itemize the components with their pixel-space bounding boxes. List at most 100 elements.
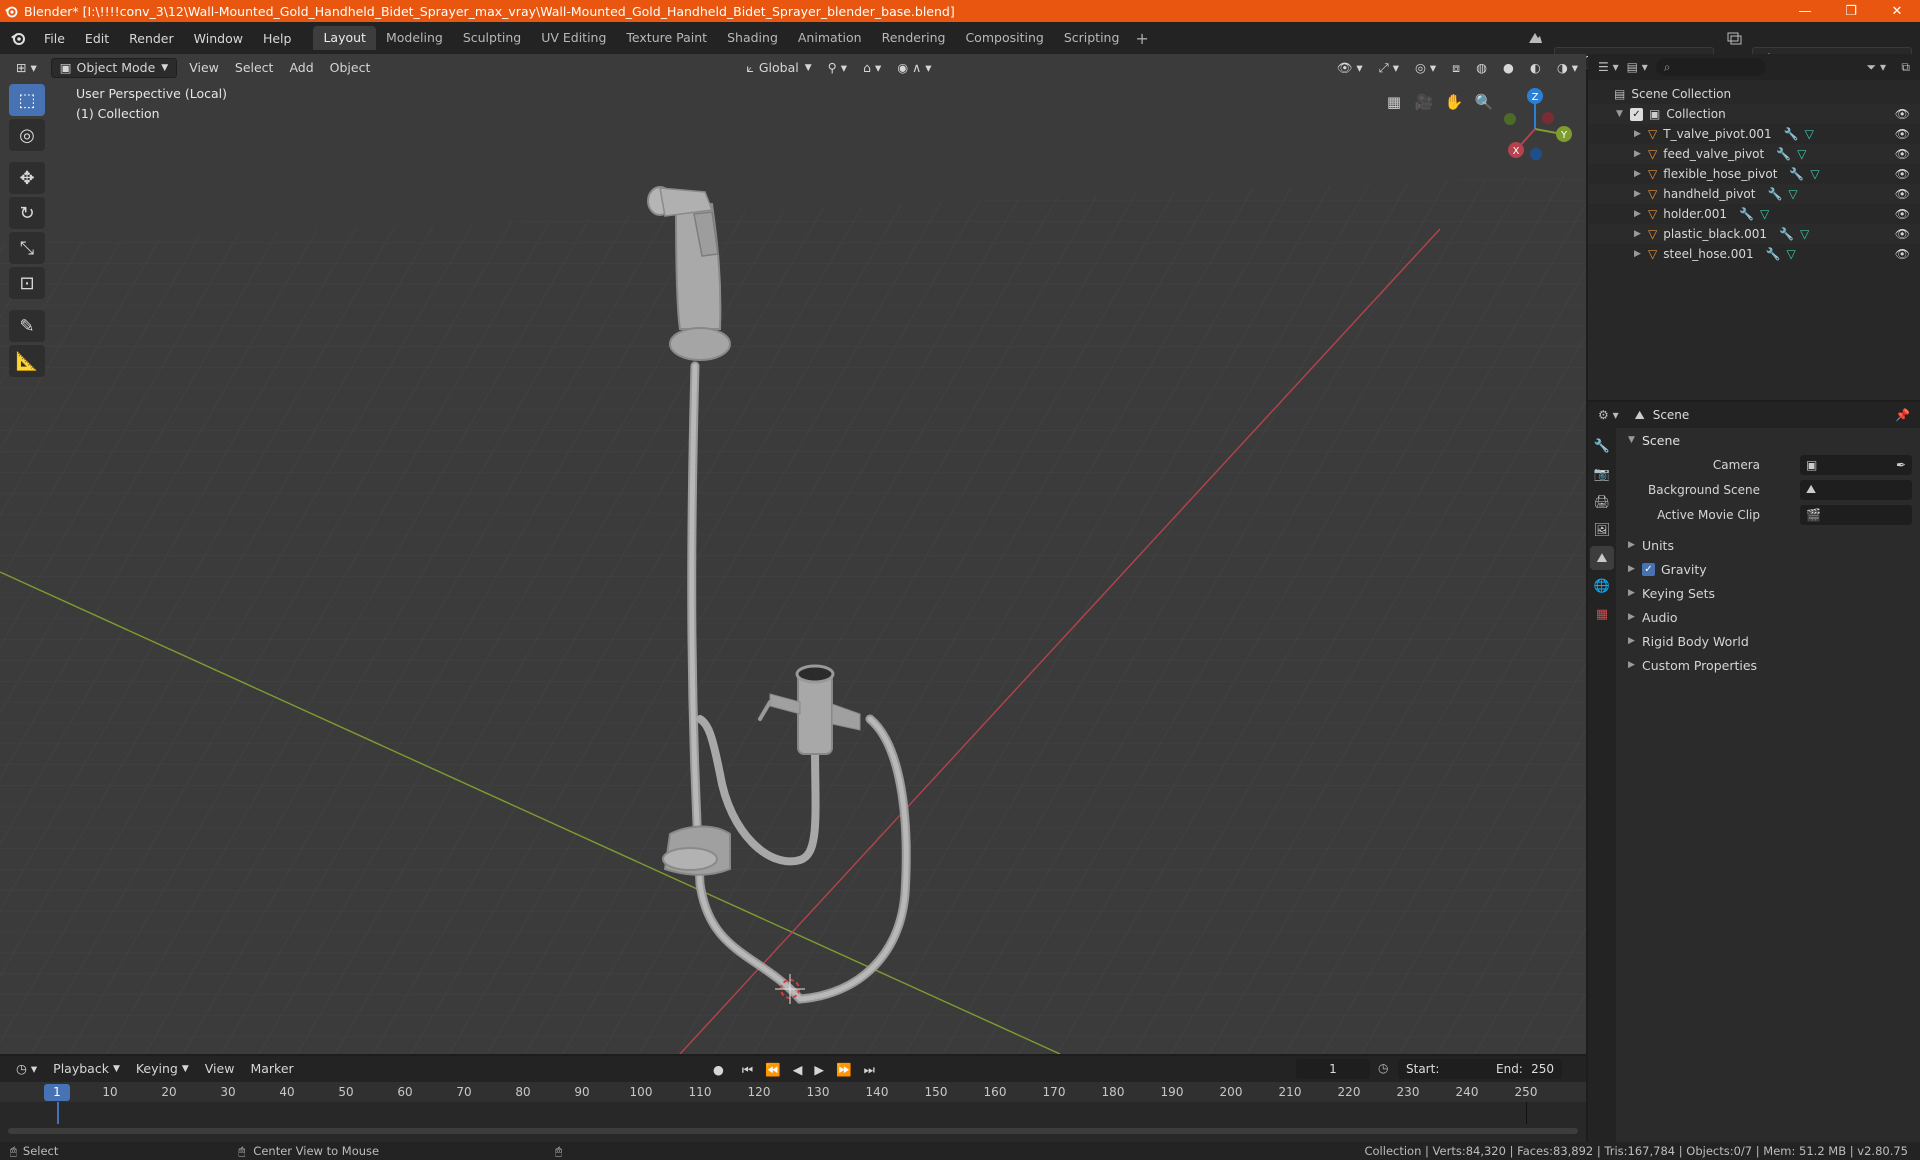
- eyedropper-icon[interactable]: ✒: [1896, 458, 1906, 472]
- rotate-tool-icon[interactable]: ↻: [9, 197, 45, 229]
- gizmo-toggle-icon[interactable]: ⤢ ▾: [1371, 58, 1407, 78]
- record-icon[interactable]: ●: [708, 1060, 729, 1080]
- visibility-eye-icon[interactable]: 👁: [1895, 167, 1910, 181]
- close-button[interactable]: ✕: [1874, 0, 1920, 22]
- expand-icon[interactable]: ▼: [1616, 109, 1630, 119]
- scale-tool-icon[interactable]: ⤡: [9, 232, 45, 264]
- mesh-data-icon[interactable]: ▽: [1797, 147, 1806, 161]
- camera-field[interactable]: ▣ ✒: [1800, 454, 1912, 475]
- menu-view[interactable]: View: [181, 58, 227, 78]
- snap-icon[interactable]: ⌂ ▾: [855, 58, 889, 78]
- preview-range-icon[interactable]: ◷: [1378, 1061, 1388, 1075]
- keying-sets-panel[interactable]: ▶ Keying Sets: [1618, 581, 1920, 605]
- outliner-scene-collection[interactable]: ▤ Scene Collection: [1588, 84, 1920, 104]
- visibility-icon[interactable]: 👁 ▾: [1329, 58, 1371, 78]
- outliner-object-row[interactable]: ▶ ▽ plastic_black.001 🔧 ▽ 👁: [1588, 224, 1920, 244]
- view-layer-tab-icon[interactable]: 🖼: [1590, 518, 1614, 542]
- tool-settings-tab-icon[interactable]: 🔧: [1590, 434, 1614, 458]
- outliner-object-row[interactable]: ▶ ▽ flexible_hose_pivot 🔧 ▽ 👁: [1588, 164, 1920, 184]
- output-tab-icon[interactable]: 🖨: [1590, 490, 1614, 514]
- menu-edit[interactable]: Edit: [75, 31, 119, 46]
- solid-shading-icon[interactable]: ●: [1495, 58, 1522, 78]
- outliner-collection[interactable]: ▼ ✓ ▣ Collection 👁: [1588, 104, 1920, 124]
- outliner-object-row[interactable]: ▶ ▽ T_valve_pivot.001 🔧 ▽ 👁: [1588, 124, 1920, 144]
- next-keyframe-icon[interactable]: ⏩: [831, 1060, 857, 1080]
- outliner-object-row[interactable]: ▶ ▽ holder.001 🔧 ▽ 👁: [1588, 204, 1920, 224]
- modifier-wrench-icon[interactable]: 🔧: [1776, 147, 1791, 161]
- viewport-scene[interactable]: Z Y X: [0, 54, 1586, 1054]
- rendered-shading-icon[interactable]: ◑ ▾: [1549, 58, 1586, 78]
- tab-layout[interactable]: Layout: [313, 26, 376, 50]
- mesh-data-icon[interactable]: ▽: [1805, 127, 1814, 141]
- world-tab-icon[interactable]: 🌐: [1590, 574, 1614, 598]
- timeline-view-menu[interactable]: View: [197, 1059, 243, 1079]
- tab-animation[interactable]: Animation: [788, 26, 872, 50]
- minimize-button[interactable]: —: [1782, 0, 1828, 22]
- visibility-eye-icon[interactable]: 👁: [1895, 187, 1910, 201]
- tab-sculpting[interactable]: Sculpting: [453, 26, 531, 50]
- jump-start-icon[interactable]: ⏮: [737, 1060, 758, 1080]
- tab-rendering[interactable]: Rendering: [872, 26, 956, 50]
- gravity-checkbox[interactable]: ✓: [1642, 562, 1655, 576]
- pan-view-icon[interactable]: ✋: [1440, 88, 1468, 116]
- menu-help[interactable]: Help: [253, 31, 302, 46]
- render-tab-icon[interactable]: 📷: [1590, 462, 1614, 486]
- scene-icon[interactable]: [1524, 28, 1546, 48]
- properties-editor-icon[interactable]: ⚙ ▾: [1598, 408, 1619, 422]
- visibility-eye-icon[interactable]: 👁: [1895, 127, 1910, 141]
- 3d-viewport[interactable]: Z Y X ⊞ ▾ ▣ Object Mode ▼ View Select Ad…: [0, 54, 1586, 1054]
- modifier-wrench-icon[interactable]: 🔧: [1767, 187, 1782, 201]
- prev-keyframe-icon[interactable]: ⏪: [760, 1060, 786, 1080]
- visibility-eye-icon[interactable]: 👁: [1895, 107, 1910, 121]
- menu-file[interactable]: File: [34, 31, 75, 46]
- gravity-panel[interactable]: ▶ ✓ Gravity: [1618, 557, 1920, 581]
- custom-properties-panel[interactable]: ▶ Custom Properties: [1618, 653, 1920, 677]
- tab-shading[interactable]: Shading: [717, 26, 788, 50]
- expand-icon[interactable]: ▶: [1634, 129, 1648, 139]
- mesh-data-icon[interactable]: ▽: [1800, 227, 1809, 241]
- view-layer-icon[interactable]: [1724, 28, 1746, 48]
- proportional-edit-icon[interactable]: ◉ ∧ ▾: [889, 58, 939, 78]
- outliner-object-row[interactable]: ▶ ▽ handheld_pivot 🔧 ▽ 👁: [1588, 184, 1920, 204]
- add-workspace-button[interactable]: +: [1129, 29, 1154, 48]
- tab-compositing[interactable]: Compositing: [955, 26, 1053, 50]
- mesh-data-icon[interactable]: ▽: [1810, 167, 1819, 181]
- expand-icon[interactable]: ▶: [1634, 229, 1648, 239]
- menu-add[interactable]: Add: [281, 58, 321, 78]
- orientation-dropdown[interactable]: ⟀ Global ▼: [738, 58, 819, 78]
- material-shading-icon[interactable]: ◐: [1522, 58, 1549, 78]
- filter-icon[interactable]: ⏷ ▾: [1867, 60, 1886, 75]
- modifier-wrench-icon[interactable]: 🔧: [1739, 207, 1754, 221]
- zoom-view-icon[interactable]: 🔍: [1470, 88, 1498, 116]
- tab-modeling[interactable]: Modeling: [376, 26, 453, 50]
- measure-tool-icon[interactable]: 📐: [9, 345, 45, 377]
- expand-icon[interactable]: ▶: [1634, 209, 1648, 219]
- visibility-eye-icon[interactable]: 👁: [1895, 247, 1910, 261]
- background-scene-field[interactable]: ⛰: [1800, 479, 1912, 500]
- play-icon[interactable]: ▶: [809, 1060, 829, 1080]
- rigid-body-world-panel[interactable]: ▶ Rigid Body World: [1618, 629, 1920, 653]
- playback-dropdown[interactable]: Playback ▼: [45, 1059, 128, 1079]
- expand-icon[interactable]: ▶: [1634, 249, 1648, 259]
- texture-tab-icon[interactable]: ▦: [1590, 602, 1614, 626]
- menu-window[interactable]: Window: [184, 31, 253, 46]
- timeline-editor-icon[interactable]: ◷ ▾: [8, 1059, 45, 1079]
- pivot-point-icon[interactable]: ⚲ ▾: [820, 58, 855, 78]
- outliner-object-row[interactable]: ▶ ▽ steel_hose.001 🔧 ▽ 👁: [1588, 244, 1920, 264]
- visibility-eye-icon[interactable]: 👁: [1895, 227, 1910, 241]
- scene-section-header[interactable]: ▼ Scene: [1618, 428, 1920, 452]
- audio-panel[interactable]: ▶ Audio: [1618, 605, 1920, 629]
- display-mode-icon[interactable]: ▤ ▾: [1627, 60, 1648, 74]
- mode-dropdown[interactable]: ▣ Object Mode ▼: [50, 58, 178, 78]
- blender-menu-icon[interactable]: [8, 28, 28, 48]
- timeline-marker-menu[interactable]: Marker: [242, 1059, 301, 1079]
- menu-object[interactable]: Object: [322, 58, 379, 78]
- visibility-eye-icon[interactable]: 👁: [1895, 207, 1910, 221]
- jump-end-icon[interactable]: ⏭: [859, 1060, 880, 1080]
- outliner-search-input[interactable]: ⌕: [1655, 58, 1766, 76]
- timeline-scrollbar[interactable]: [8, 1128, 1578, 1134]
- active-movie-clip-field[interactable]: 🎬: [1800, 504, 1912, 525]
- new-collection-icon[interactable]: ⧉: [1901, 60, 1910, 75]
- expand-icon[interactable]: ▶: [1634, 149, 1648, 159]
- expand-icon[interactable]: ▶: [1634, 189, 1648, 199]
